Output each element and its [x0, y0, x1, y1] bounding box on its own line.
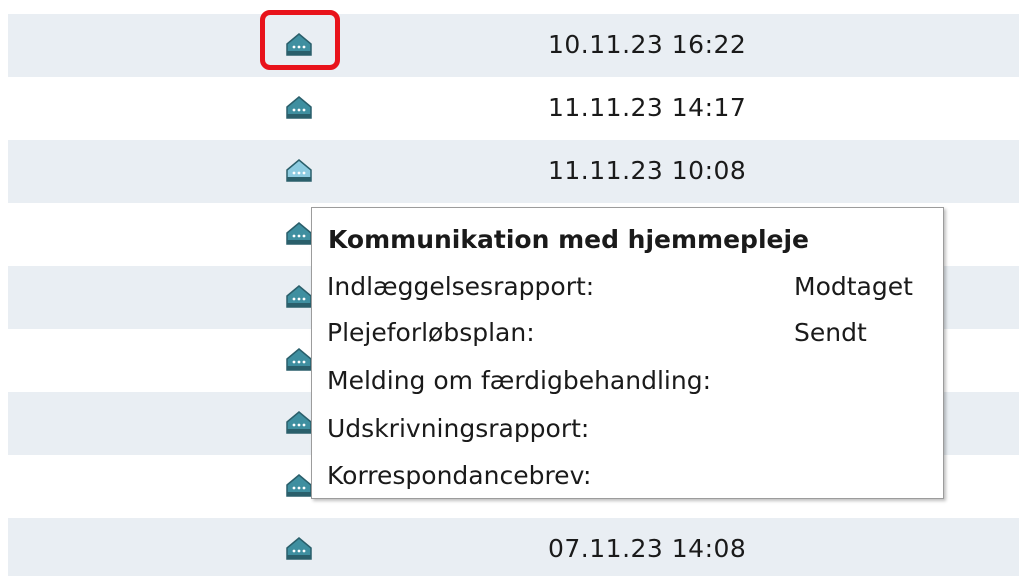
house-dot — [302, 549, 306, 553]
house-icon-graphic — [286, 222, 312, 245]
house-base — [287, 114, 311, 118]
tooltip-title: Kommunikation med hjemmepleje — [328, 225, 809, 254]
house-base — [287, 303, 311, 307]
house-dot — [297, 360, 301, 364]
tooltip-row: Melding om færdigbehandling: — [327, 366, 931, 404]
house-dot — [297, 549, 301, 553]
house-dot — [292, 297, 296, 301]
house-base — [287, 366, 311, 370]
table-row[interactable]: 07.11.23 14:08 — [8, 518, 1019, 576]
house-dot — [297, 108, 301, 112]
house-dot — [297, 234, 301, 238]
house-dot — [292, 360, 296, 364]
house-icon-graphic — [286, 411, 312, 434]
house-icon-graphic — [286, 159, 312, 182]
tooltip-row: Indlæggelsesrapport: Modtaget — [327, 272, 931, 310]
house-icon-graphic — [286, 96, 312, 119]
table-row[interactable]: 11.11.23 10:08 — [8, 140, 1019, 203]
house-icon-graphic — [286, 537, 312, 560]
row-date: 07.11.23 14:08 — [548, 534, 747, 563]
communication-list: 10.11.23 16:22 11.11.23 14:17 11.11.23 1… — [0, 0, 1019, 576]
tooltip-label: Indlæggelsesrapport: — [327, 272, 595, 301]
house-base — [287, 240, 311, 244]
house-icon-graphic — [286, 348, 312, 371]
house-icon[interactable] — [285, 95, 321, 125]
house-dot — [297, 423, 301, 427]
house-dot — [292, 108, 296, 112]
row-date: 10.11.23 16:22 — [548, 30, 747, 59]
house-dot — [292, 423, 296, 427]
tooltip-row: Korrespondancebrev: — [327, 461, 931, 499]
house-dot — [292, 549, 296, 553]
house-dot — [292, 234, 296, 238]
communication-tooltip: Kommunikation med hjemmepleje Indlæggels… — [311, 207, 944, 499]
row-date: 11.11.23 14:17 — [548, 93, 747, 122]
house-dot — [292, 486, 296, 490]
house-dot — [302, 423, 306, 427]
tooltip-row: Udskrivningsrapport: — [327, 414, 931, 452]
house-dot — [302, 486, 306, 490]
house-base — [287, 555, 311, 559]
house-base — [287, 492, 311, 496]
highlight-box — [260, 10, 340, 70]
house-dot — [302, 108, 306, 112]
tooltip-label: Plejeforløbsplan: — [327, 318, 535, 347]
house-icon[interactable] — [285, 536, 321, 566]
house-dot — [297, 171, 301, 175]
tooltip-label: Udskrivningsrapport: — [327, 414, 590, 443]
house-base — [287, 429, 311, 433]
house-dot — [292, 171, 296, 175]
house-dot — [302, 360, 306, 364]
house-dot — [297, 486, 301, 490]
house-base — [287, 177, 311, 181]
house-icon[interactable] — [285, 158, 321, 188]
tooltip-value: Modtaget — [794, 272, 913, 301]
table-row[interactable]: 10.11.23 16:22 — [8, 14, 1019, 77]
house-icon-graphic — [286, 474, 312, 497]
house-dot — [302, 171, 306, 175]
tooltip-label: Melding om færdigbehandling: — [327, 366, 711, 395]
row-date: 11.11.23 10:08 — [548, 156, 747, 185]
tooltip-row: Plejeforløbsplan: Sendt — [327, 318, 931, 356]
house-icon-graphic — [286, 285, 312, 308]
house-dot — [302, 234, 306, 238]
tooltip-label: Korrespondancebrev: — [327, 461, 592, 490]
house-dot — [302, 297, 306, 301]
table-row[interactable]: 11.11.23 14:17 — [8, 77, 1019, 140]
house-dot — [297, 297, 301, 301]
tooltip-value: Sendt — [794, 318, 867, 347]
